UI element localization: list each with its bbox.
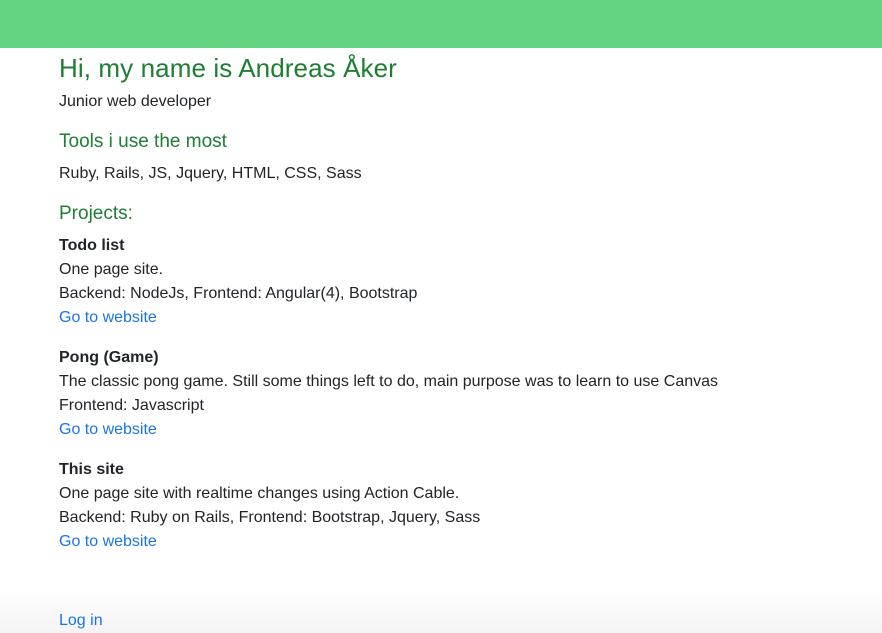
top-bar bbox=[0, 0, 882, 48]
page-title: Hi, my name is Andreas Åker bbox=[59, 53, 397, 83]
project-description: One page site. bbox=[59, 261, 164, 278]
project-todo-list: Todo list One page site. Backend: NodeJs… bbox=[59, 234, 819, 330]
page-subtitle: Junior web developer bbox=[59, 93, 212, 110]
project-stack: Backend: Ruby on Rails, Frontend: Bootst… bbox=[59, 509, 481, 526]
project-website-link[interactable]: Go to website bbox=[59, 533, 157, 550]
project-description: One page site with realtime changes usin… bbox=[59, 485, 460, 502]
footer-area bbox=[0, 590, 882, 633]
login-link[interactable]: Log in bbox=[59, 609, 103, 633]
tools-heading: Tools i use the most bbox=[59, 131, 227, 152]
tools-list: Ruby, Rails, JS, Jquery, HTML, CSS, Sass bbox=[59, 165, 362, 182]
project-stack: Backend: NodeJs, Frontend: Angular(4), B… bbox=[59, 285, 418, 302]
project-website-link[interactable]: Go to website bbox=[59, 309, 157, 326]
project-stack: Frontend: Javascript bbox=[59, 397, 204, 414]
project-this-site: This site One page site with realtime ch… bbox=[59, 458, 819, 554]
projects-heading: Projects: bbox=[59, 203, 133, 224]
project-name: Todo list bbox=[59, 237, 125, 254]
project-description: The classic pong game. Still some things… bbox=[59, 373, 719, 390]
project-website-link[interactable]: Go to website bbox=[59, 421, 157, 438]
project-pong-game: Pong (Game) The classic pong game. Still… bbox=[59, 346, 819, 442]
project-name: This site bbox=[59, 461, 124, 478]
project-name: Pong (Game) bbox=[59, 349, 159, 366]
